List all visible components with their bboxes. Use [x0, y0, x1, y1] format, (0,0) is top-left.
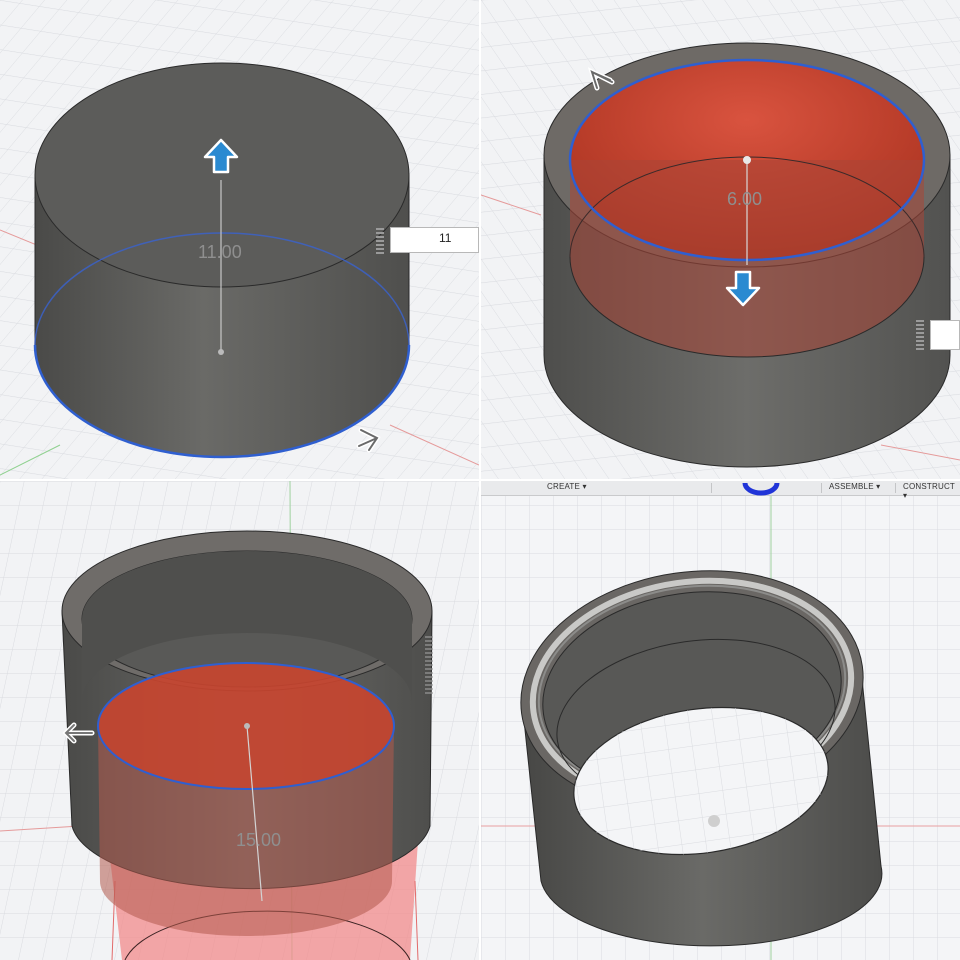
dimension-label: 6.00 — [727, 189, 762, 209]
viewport-3[interactable]: 15.00 — [0, 481, 479, 960]
viewport-2[interactable]: 6.00 — [481, 0, 960, 479]
distance-input[interactable]: 11 — [390, 227, 479, 253]
image-collage: 11.00 11 6.00 15.00 CREATE ▾ ASSEMBLE ▾ … — [0, 0, 960, 960]
assemble-menu[interactable]: ASSEMBLE ▾ — [829, 482, 880, 491]
panel-ring-cut: 15.00 — [0, 481, 479, 960]
toolbar: CREATE ▾ ASSEMBLE ▾ CONSTRUCT ▾ — [481, 481, 960, 500]
grip-icon[interactable] — [376, 228, 384, 254]
construct-menu[interactable]: CONSTRUCT ▾ — [903, 482, 960, 500]
panel-cut-extrude: 6.00 — [481, 0, 960, 479]
distance-input[interactable] — [930, 320, 960, 350]
grip-icon[interactable] — [916, 320, 924, 350]
dimension-label: 15.00 — [236, 830, 281, 850]
panel-finished-ring: CREATE ▾ ASSEMBLE ▾ CONSTRUCT ▾ — [481, 481, 960, 960]
dimension-label: 11.00 — [198, 242, 242, 262]
modify-menu-icon[interactable] — [739, 481, 783, 497]
viewport-4[interactable] — [481, 481, 960, 960]
create-menu[interactable]: CREATE ▾ — [547, 482, 587, 491]
panel-extrude-cylinder: 11.00 11 — [0, 0, 479, 479]
grip-icon[interactable] — [425, 636, 433, 696]
